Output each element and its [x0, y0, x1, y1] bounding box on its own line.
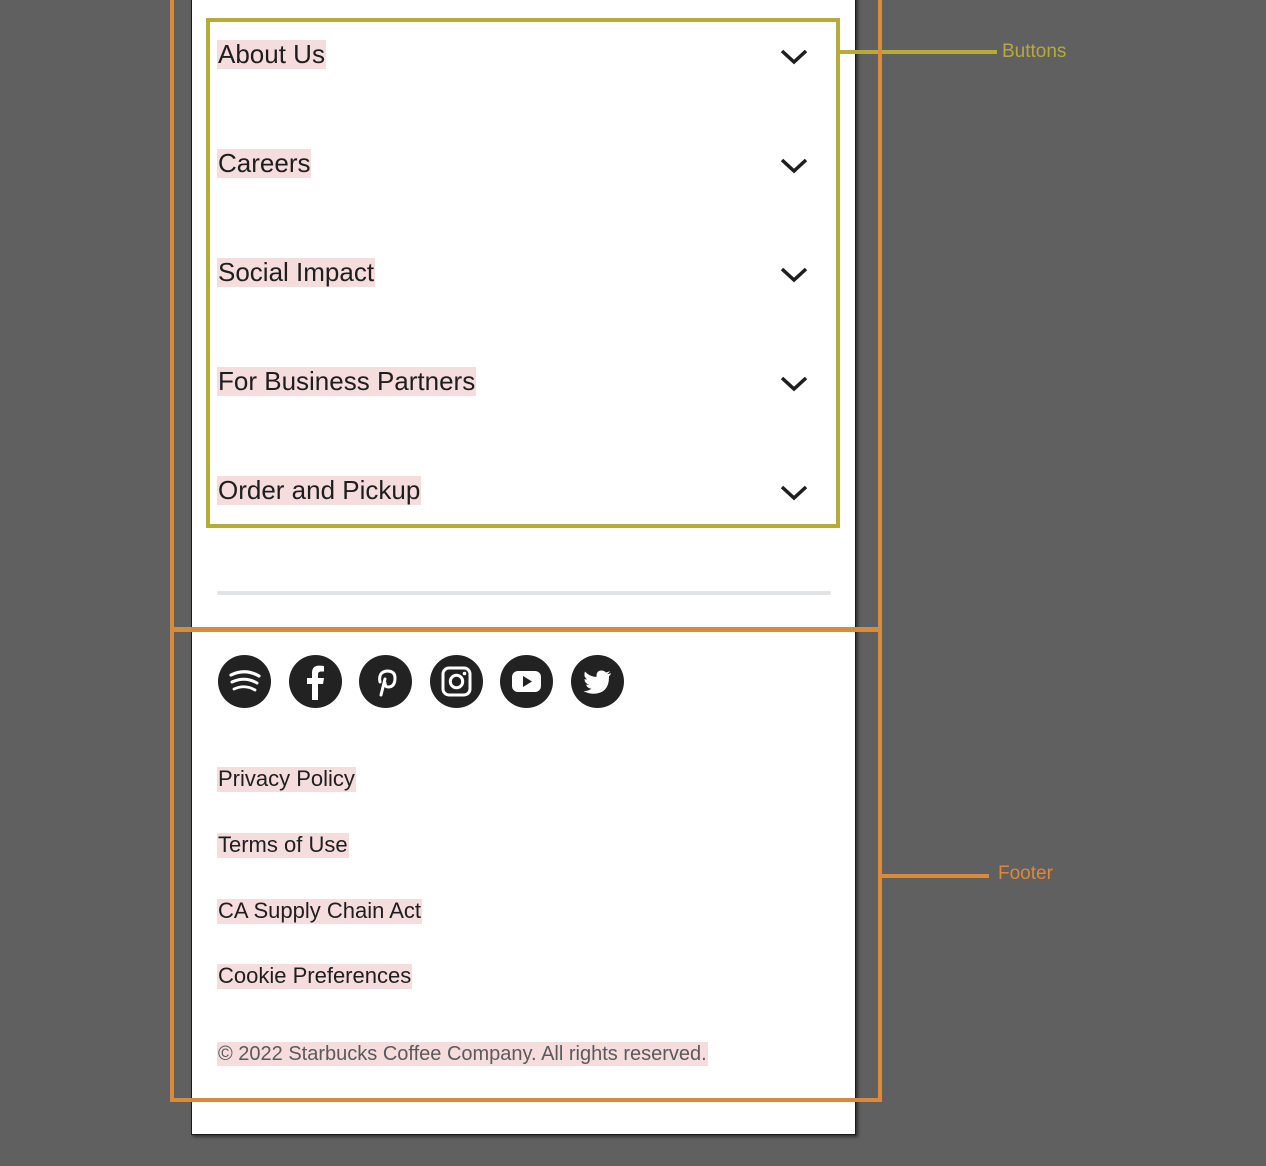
footer-annotation-label: Footer	[998, 863, 1053, 884]
content-annotation-bracket	[170, 0, 882, 632]
footer-annotation-box	[170, 627, 882, 1102]
buttons-annotation-label: Buttons	[1002, 41, 1067, 62]
footer-annotation-leader	[880, 874, 989, 878]
